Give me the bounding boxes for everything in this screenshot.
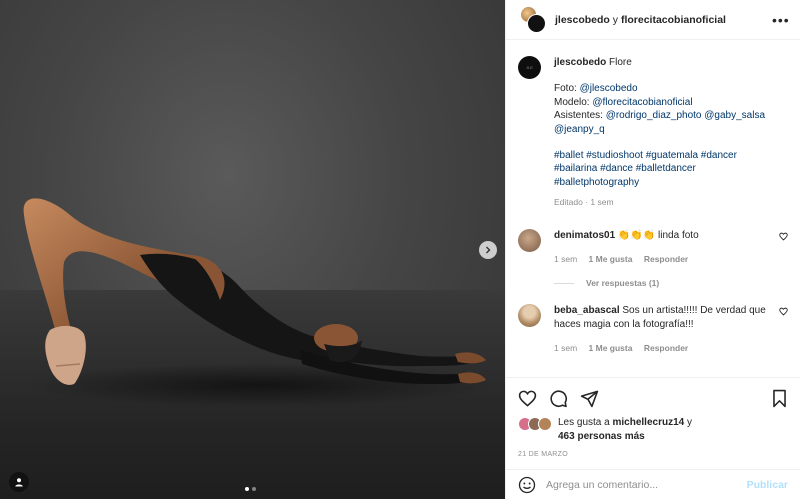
- header-conjunction: y: [612, 13, 619, 26]
- carousel-dot: [252, 487, 256, 491]
- hashtag-link[interactable]: #dancer: [701, 150, 737, 161]
- credit-label: Foto:: [554, 83, 577, 95]
- save-button[interactable]: [771, 389, 788, 408]
- credit-label: Modelo:: [554, 96, 590, 108]
- post-header: jlescobedo y florecitacobianoficial •••: [506, 0, 800, 40]
- collab-usernames: jlescobedo y florecitacobianoficial: [555, 14, 772, 26]
- avatar[interactable]: [518, 304, 541, 328]
- emoji-button[interactable]: [518, 476, 536, 494]
- caption-time[interactable]: 1 sem: [590, 197, 613, 207]
- chevron-right-icon: [486, 246, 491, 254]
- comment-button[interactable]: [549, 389, 568, 408]
- like-button[interactable]: [518, 389, 537, 408]
- caption-username[interactable]: jlescobedo: [554, 57, 606, 68]
- paper-plane-icon: [580, 390, 599, 407]
- hashtag-link[interactable]: #ballet: [554, 150, 583, 161]
- carousel-dot-active: [245, 487, 249, 491]
- comment-username[interactable]: denimatos01: [554, 230, 615, 241]
- comment-meta: 1 sem 1 Me gusta Responder: [554, 253, 774, 266]
- likes-prefix: Les gusta a: [558, 417, 610, 428]
- caption-hashtags: #ballet #studioshoot #guatemala #dancer …: [554, 149, 788, 189]
- replies-divider: [554, 282, 574, 284]
- avatar: [538, 417, 552, 431]
- mention-link[interactable]: @gaby_salsa: [704, 110, 765, 121]
- mention-link[interactable]: @florecitacobianoficial: [592, 97, 692, 108]
- caption: JLE jlescobedo Flore Foto: @jlescobedo M…: [518, 56, 788, 210]
- tagged-users-button[interactable]: [9, 472, 29, 492]
- header-username-1[interactable]: jlescobedo: [555, 14, 610, 26]
- comment-time[interactable]: 1 sem: [554, 343, 577, 353]
- mention-link[interactable]: @rodrigo_diaz_photo: [606, 110, 702, 121]
- post-date[interactable]: 21 DE MARZO: [518, 451, 788, 458]
- caption-credits: Foto: @jlescobedo Modelo: @florecitacobi…: [554, 82, 788, 136]
- liker-username[interactable]: michellecruz14: [613, 417, 685, 428]
- bookmark-icon: [773, 389, 786, 407]
- hashtag-link[interactable]: #balletdancer: [636, 163, 696, 174]
- credit-label: Asistentes:: [554, 110, 603, 122]
- hashtag-link[interactable]: #dance: [600, 163, 633, 174]
- likes-count[interactable]: 463 personas más: [558, 431, 645, 442]
- next-photo-button[interactable]: [479, 241, 497, 259]
- header-username-2[interactable]: florecitacobianoficial: [621, 14, 726, 26]
- comment-likes[interactable]: 1 Me gusta: [589, 254, 633, 264]
- view-replies-label: Ver respuestas (1): [586, 278, 660, 289]
- comment-username[interactable]: beba_abascal: [554, 305, 620, 316]
- collab-avatars[interactable]: [520, 5, 548, 34]
- post-photo[interactable]: [0, 0, 505, 499]
- comment-likes[interactable]: 1 Me gusta: [589, 343, 633, 353]
- comment: denimatos01 👏👏👏 linda foto 1 sem 1 Me gu…: [518, 228, 788, 267]
- comment: beba_abascal Sos un artista!!!!! De verd…: [518, 304, 788, 355]
- heart-icon: [518, 390, 537, 407]
- more-options-icon[interactable]: •••: [772, 12, 789, 28]
- likes-and: y: [687, 417, 692, 428]
- avatar[interactable]: JLE: [518, 56, 541, 79]
- comments-list: JLE jlescobedo Flore Foto: @jlescobedo M…: [506, 40, 800, 377]
- comment-time[interactable]: 1 sem: [554, 254, 577, 264]
- like-comment-button[interactable]: [774, 229, 788, 267]
- dancer-image: [23, 198, 490, 407]
- likes-summary: Les gusta a michellecruz14 y 463 persona…: [518, 416, 788, 444]
- share-button[interactable]: [580, 389, 599, 408]
- comment-input[interactable]: [546, 478, 747, 491]
- avatar[interactable]: [518, 228, 541, 252]
- comment-text: 👏👏👏 linda foto: [617, 229, 699, 241]
- person-icon: [15, 478, 23, 487]
- caption-meta: Editado · 1 sem: [554, 197, 614, 208]
- smiley-icon: [518, 476, 536, 493]
- view-replies-button[interactable]: Ver respuestas (1): [554, 278, 788, 288]
- avatar-logo-text: JLE: [526, 65, 533, 70]
- reply-button[interactable]: Responder: [644, 343, 688, 353]
- post-actions: Les gusta a michellecruz14 y 463 persona…: [506, 377, 800, 469]
- comment-icon: [550, 389, 567, 407]
- like-comment-button[interactable]: [774, 304, 788, 355]
- caption-line: Foto: @jlescobedo: [554, 82, 788, 95]
- hashtag-link[interactable]: #guatemala: [646, 150, 698, 161]
- reply-button[interactable]: Responder: [644, 254, 688, 264]
- caption-line: Modelo: @florecitacobianoficial: [554, 96, 788, 109]
- caption-line: Asistentes: @rodrigo_diaz_photo @gaby_sa…: [554, 109, 788, 136]
- edited-label: Editado: [554, 197, 583, 208]
- post-details-panel: jlescobedo y florecitacobianoficial ••• …: [505, 0, 800, 499]
- publish-button[interactable]: Publicar: [747, 479, 788, 491]
- heart-icon: [779, 308, 788, 316]
- add-comment-bar: Publicar: [506, 469, 800, 499]
- instagram-post: jlescobedo y florecitacobianoficial ••• …: [0, 0, 800, 499]
- hashtag-link[interactable]: #studioshoot: [586, 150, 643, 161]
- liker-avatars: [518, 417, 552, 431]
- mention-link[interactable]: @jlescobedo: [580, 83, 638, 94]
- hashtag-link[interactable]: #bailarina: [554, 163, 597, 174]
- mention-link[interactable]: @jeanpy_q: [554, 124, 605, 135]
- hashtag-link[interactable]: #balletphotography: [554, 177, 639, 188]
- avatar: [527, 13, 546, 33]
- heart-icon: [779, 232, 788, 241]
- comment-meta: 1 sem 1 Me gusta Responder: [554, 342, 774, 355]
- action-icons: [518, 388, 788, 408]
- caption-title: Flore: [609, 57, 632, 68]
- carousel-indicator: [245, 487, 256, 491]
